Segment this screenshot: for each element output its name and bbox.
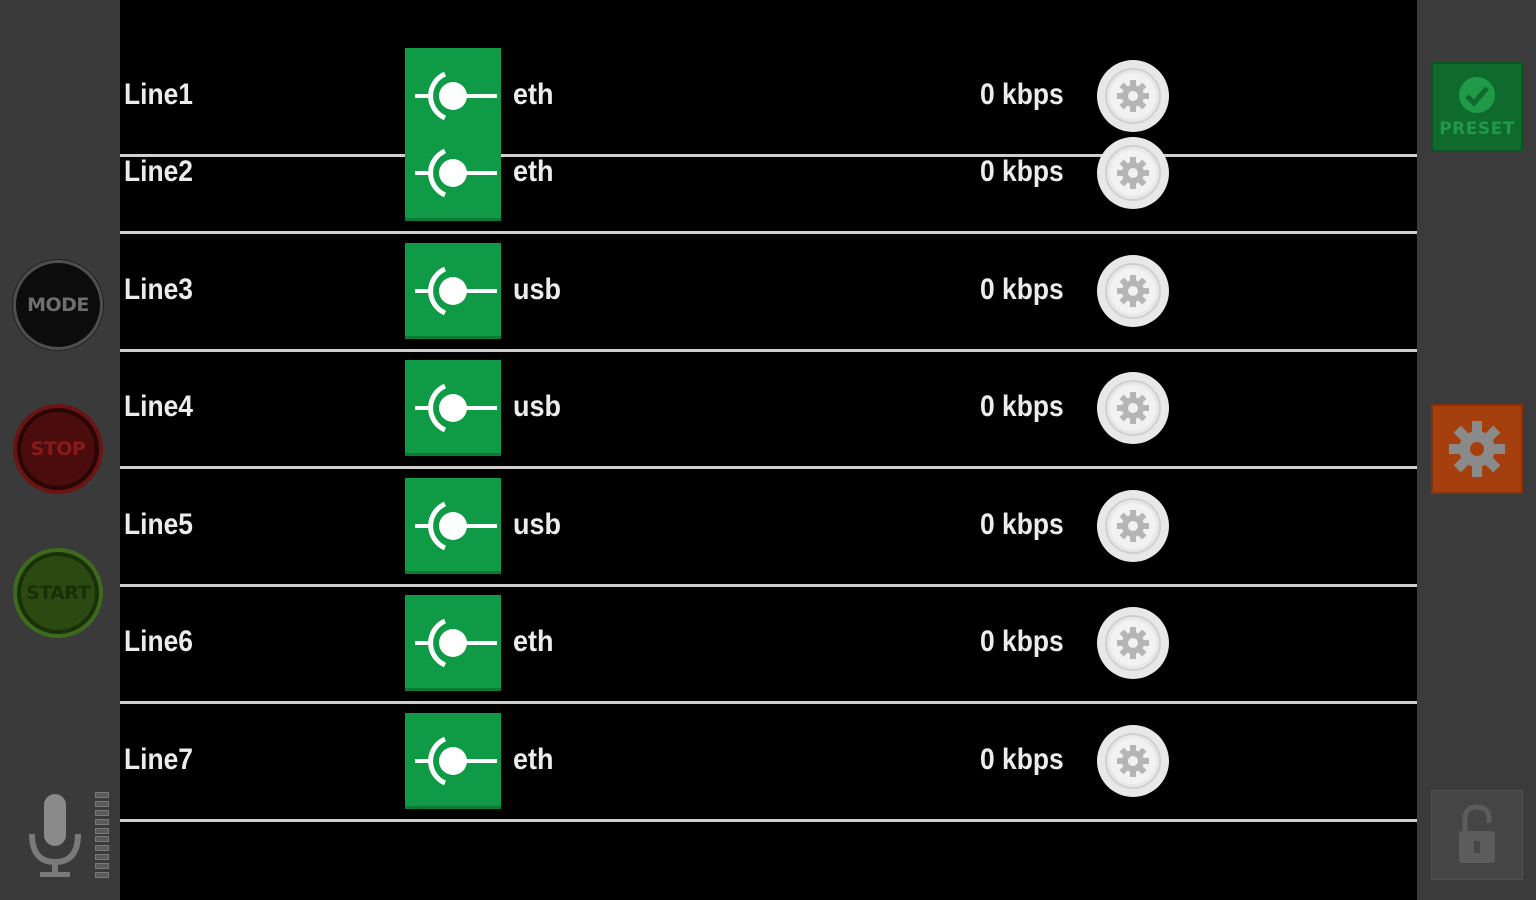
bitrate-label: 0 kbps bbox=[980, 743, 1064, 776]
microphone-icon[interactable] bbox=[24, 792, 94, 882]
line-name: Line1 bbox=[124, 78, 193, 111]
connection-icon[interactable] bbox=[405, 595, 501, 691]
interface-label: usb bbox=[513, 390, 562, 423]
line-name: Line3 bbox=[124, 273, 193, 306]
connection-icon[interactable] bbox=[405, 243, 501, 339]
line-name: Line2 bbox=[124, 155, 193, 188]
bitrate-label: 0 kbps bbox=[980, 273, 1064, 306]
connection-icon[interactable] bbox=[405, 478, 501, 574]
settings-button[interactable] bbox=[1431, 404, 1523, 494]
line-row: Line5 usb 0 kbps bbox=[120, 470, 1417, 587]
interface-label: eth bbox=[513, 625, 554, 658]
line-name: Line6 bbox=[124, 625, 193, 658]
mode-button[interactable]: MODE bbox=[13, 260, 103, 350]
bitrate-label: 0 kbps bbox=[980, 155, 1064, 188]
line-settings-button[interactable] bbox=[1097, 372, 1169, 444]
gear-icon bbox=[1105, 498, 1161, 554]
preset-label: PRESET bbox=[1439, 119, 1515, 139]
line-name: Line4 bbox=[124, 390, 193, 423]
left-control-rail: MODE STOP START bbox=[0, 0, 120, 900]
check-icon bbox=[1459, 77, 1495, 113]
bitrate-label: 0 kbps bbox=[980, 390, 1064, 423]
line-row: Line7 eth 0 kbps bbox=[120, 705, 1417, 822]
gear-icon bbox=[1105, 733, 1161, 789]
bitrate-label: 0 kbps bbox=[980, 625, 1064, 658]
gear-icon bbox=[1105, 145, 1161, 201]
line-settings-button[interactable] bbox=[1097, 490, 1169, 562]
interface-label: usb bbox=[513, 273, 562, 306]
connection-icon[interactable] bbox=[405, 125, 501, 221]
row-divider bbox=[120, 231, 1417, 234]
gear-icon bbox=[1105, 615, 1161, 671]
line-row: Line4 usb 0 kbps bbox=[120, 352, 1417, 469]
level-meter-icon bbox=[95, 792, 109, 878]
line-settings-button[interactable] bbox=[1097, 137, 1169, 209]
line-settings-button[interactable] bbox=[1097, 255, 1169, 327]
line-list: Line1 eth 0 kbps Line2 eth 0 kbps Line3 … bbox=[120, 0, 1417, 900]
interface-label: usb bbox=[513, 508, 562, 541]
connection-icon[interactable] bbox=[405, 360, 501, 456]
gear-icon bbox=[1105, 380, 1161, 436]
gear-icon bbox=[1105, 263, 1161, 319]
bitrate-label: 0 kbps bbox=[980, 508, 1064, 541]
interface-label: eth bbox=[513, 155, 554, 188]
line-name: Line7 bbox=[124, 743, 193, 776]
interface-label: eth bbox=[513, 78, 554, 111]
line-row: Line2 eth 0 kbps bbox=[120, 117, 1417, 234]
line-settings-button[interactable] bbox=[1097, 607, 1169, 679]
row-divider bbox=[120, 819, 1417, 822]
line-row: Line6 eth 0 kbps bbox=[120, 587, 1417, 704]
stop-button[interactable]: STOP bbox=[13, 404, 103, 494]
line-row: Line3 usb 0 kbps bbox=[120, 235, 1417, 352]
row-divider bbox=[120, 701, 1417, 704]
start-button[interactable]: START bbox=[13, 548, 103, 638]
mode-label: MODE bbox=[27, 294, 89, 316]
stop-label: STOP bbox=[30, 438, 86, 460]
gear-icon bbox=[1449, 421, 1505, 477]
lock-button[interactable] bbox=[1431, 790, 1523, 880]
line-settings-button[interactable] bbox=[1097, 725, 1169, 797]
row-divider bbox=[120, 466, 1417, 469]
start-label: START bbox=[25, 582, 91, 604]
bitrate-label: 0 kbps bbox=[980, 78, 1064, 111]
interface-label: eth bbox=[513, 743, 554, 776]
line-name: Line5 bbox=[124, 508, 193, 541]
connection-icon[interactable] bbox=[405, 713, 501, 809]
unlock-icon bbox=[1459, 804, 1495, 863]
right-control-rail: PRESET bbox=[1417, 0, 1536, 900]
preset-button[interactable]: PRESET bbox=[1431, 62, 1523, 152]
